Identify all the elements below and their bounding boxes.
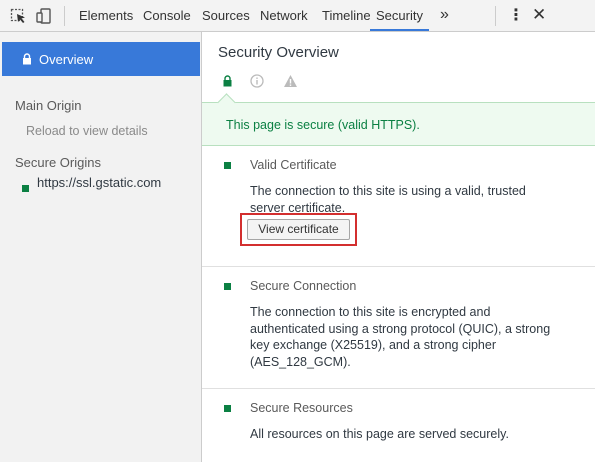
lock-icon: [23, 53, 31, 65]
page-title: Security Overview: [218, 44, 339, 61]
tab-security[interactable]: Security: [370, 0, 429, 31]
secure-status-icon: [22, 185, 29, 193]
menu-icon[interactable]: ⋮: [508, 0, 524, 31]
tab-timeline[interactable]: Timeline: [322, 0, 371, 31]
security-summary-text: This page is secure (valid HTTPS).: [226, 118, 420, 132]
section-description: The connection to this site is using a v…: [250, 184, 526, 215]
highlight-box: View certificate: [240, 213, 357, 246]
security-summary-banner: This page is secure (valid HTTPS).: [202, 93, 595, 146]
main-origin-heading: Main Origin: [15, 98, 82, 113]
tab-console[interactable]: Console: [143, 0, 191, 31]
toolbar-divider: [64, 6, 65, 26]
inspect-element-icon[interactable]: [10, 8, 26, 24]
secure-status-icon: [224, 405, 231, 412]
more-tabs-icon[interactable]: »: [440, 0, 449, 31]
devtools-toolbar: Elements Console Sources Network Timelin…: [0, 0, 595, 32]
close-icon[interactable]: ✕: [532, 0, 546, 31]
connection-section: Secure Connection The connection to this…: [202, 267, 595, 389]
section-heading: Secure Resources: [250, 401, 353, 415]
section-description: All resources on this page are served se…: [250, 427, 509, 441]
tab-sources[interactable]: Sources: [202, 0, 250, 31]
tab-elements[interactable]: Elements: [79, 0, 133, 31]
secure-status-icon: [224, 283, 231, 290]
resources-section: Secure Resources All resources on this p…: [202, 389, 595, 462]
security-main-panel: Security Overview This page is secure (v…: [202, 32, 595, 462]
origin-url: https://ssl.gstatic.com: [37, 175, 162, 190]
view-certificate-button[interactable]: View certificate: [247, 219, 350, 240]
certificate-section: Valid Certificate The connection to this…: [202, 146, 595, 267]
section-heading: Secure Connection: [250, 279, 357, 293]
secure-status-icon: [224, 162, 231, 169]
secure-origins-heading: Secure Origins: [15, 155, 101, 170]
sidebar-item-label: Overview: [39, 52, 94, 67]
security-sidebar: Overview Main Origin Reload to view deta…: [0, 32, 202, 462]
banner-pointer: [217, 93, 236, 112]
sidebar-item-overview[interactable]: Overview: [2, 42, 200, 76]
sidebar-item-origin[interactable]: https://ssl.gstatic.com: [22, 175, 161, 198]
warning-icon: [284, 75, 297, 87]
section-description: The connection to this site is encrypted…: [250, 305, 551, 369]
info-icon: [250, 74, 264, 88]
tab-network[interactable]: Network: [260, 0, 308, 31]
main-origin-hint: Reload to view details: [26, 124, 148, 138]
toolbar-divider: [495, 6, 496, 26]
lock-icon: [223, 75, 232, 87]
section-heading: Valid Certificate: [250, 158, 337, 172]
device-mode-icon[interactable]: [36, 8, 52, 24]
